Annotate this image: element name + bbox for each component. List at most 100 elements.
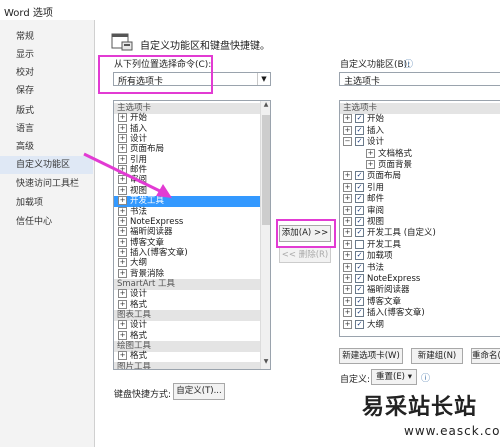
collapse-icon[interactable]: − (343, 137, 352, 147)
expand-icon[interactable]: + (343, 171, 352, 181)
expand-icon[interactable]: + (118, 268, 127, 278)
reset-button[interactable]: 重置(E) ▾ (371, 369, 417, 385)
new-tab-button[interactable]: 新建选项卡(W) (339, 348, 403, 364)
list-item[interactable]: + 格式 (114, 299, 264, 311)
list-item[interactable]: + ✓ 书法 (340, 262, 500, 274)
expand-icon[interactable]: + (366, 160, 375, 169)
expand-icon[interactable]: + (118, 258, 127, 268)
expand-icon[interactable]: + (118, 237, 127, 247)
expand-icon[interactable]: + (118, 134, 127, 144)
list-item[interactable]: + ✓ 引用 (340, 182, 500, 194)
nav-item[interactable]: 校对 (0, 64, 93, 82)
nav-item[interactable]: 保存 (0, 82, 93, 100)
list-item[interactable]: + 设计 (114, 289, 264, 300)
chevron-down-icon[interactable]: ▼ (257, 73, 270, 85)
scroll-down-icon[interactable]: ▼ (261, 358, 270, 368)
expand-icon[interactable]: + (343, 205, 352, 215)
list-item[interactable]: + ✓ 大纲 (340, 319, 500, 331)
list-item[interactable]: + ✓ 福昕阅读器 (340, 285, 500, 296)
list-item[interactable]: + 格式 (114, 351, 264, 362)
list-item[interactable]: + ✓ 博客文章 (340, 296, 500, 308)
rename-button[interactable]: 重命名(M)... (471, 348, 500, 364)
list-item[interactable]: + ✓ 开始 (340, 114, 500, 125)
checkbox[interactable]: ✓ (355, 228, 364, 238)
checkbox[interactable]: ✓ (355, 217, 364, 226)
checkbox[interactable]: ✓ (355, 251, 364, 261)
checkbox[interactable]: ✓ (355, 205, 364, 215)
expand-icon[interactable]: + (343, 194, 352, 204)
expand-icon[interactable]: + (343, 228, 352, 238)
checkbox[interactable]: ✓ (355, 194, 364, 204)
scroll-up-icon[interactable]: ▲ (261, 101, 270, 111)
list-item[interactable]: + 福昕阅读器 (114, 227, 264, 238)
expand-icon[interactable]: + (118, 320, 127, 330)
list-item[interactable]: + 开始 (114, 113, 264, 124)
expand-icon[interactable]: + (343, 308, 352, 318)
checkbox[interactable]: ✓ (355, 285, 364, 295)
checkbox[interactable]: ✓ (355, 137, 364, 147)
checkbox[interactable]: ✓ (355, 262, 364, 272)
remove-button[interactable]: << 删除(R) (279, 247, 331, 263)
expand-icon[interactable]: + (118, 123, 127, 133)
expand-icon[interactable]: + (366, 148, 375, 158)
checkbox[interactable]: ✓ (355, 274, 364, 283)
commands-list[interactable]: 主选项卡+开始+插入+设计+页面布局+引用+邮件+审阅+视图+开发工具+书法+N… (113, 100, 271, 370)
checkbox[interactable]: ✓ (355, 125, 364, 135)
list-subitem[interactable]: + 文档格式 (340, 148, 500, 160)
list-item[interactable]: + 背景消除 (114, 268, 264, 280)
expand-icon[interactable]: + (118, 247, 127, 257)
nav-item[interactable]: 版式 (0, 102, 93, 120)
list-item[interactable]: + ✓ 插入(博客文章) (340, 308, 500, 319)
list-item[interactable]: + ✓ NoteExpress (340, 274, 500, 285)
expand-icon[interactable]: + (343, 285, 352, 295)
expand-icon[interactable]: + (343, 319, 352, 329)
expand-icon[interactable]: + (343, 125, 352, 135)
list-item[interactable]: + ✓ 开发工具 (自定义) (340, 228, 500, 239)
checkbox[interactable]: ✓ (355, 319, 364, 329)
expand-icon[interactable]: + (118, 299, 127, 309)
expand-icon[interactable]: + (343, 262, 352, 272)
nav-item[interactable]: 信任中心 (0, 213, 93, 231)
list-item[interactable]: + ✓ 页面布局 (340, 171, 500, 182)
expand-icon[interactable]: + (343, 114, 352, 124)
checkbox[interactable]: ✓ (355, 182, 364, 192)
expand-icon[interactable]: + (118, 289, 127, 299)
list-item[interactable]: − ✓ 设计 (340, 137, 500, 148)
expand-icon[interactable]: + (343, 182, 352, 192)
expand-icon[interactable]: + (118, 216, 127, 226)
customize-ribbon-combo[interactable]: 主选项卡 (339, 72, 500, 87)
expand-icon[interactable]: + (343, 274, 352, 283)
list-item[interactable]: + 大纲 (114, 258, 264, 269)
list-item[interactable]: + ✓ 插入 (340, 125, 500, 137)
nav-item[interactable]: 常规 (0, 28, 93, 46)
checkbox[interactable]: ✓ (355, 114, 364, 124)
list-item[interactable]: + 书法 (114, 206, 264, 218)
expand-icon[interactable]: + (343, 251, 352, 261)
expand-icon[interactable]: + (343, 217, 352, 226)
list-item[interactable]: + ✓ 视图 (340, 217, 500, 228)
nav-item[interactable]: 语言 (0, 120, 93, 138)
commands-scrollbar[interactable]: ▲ ▼ (260, 101, 270, 369)
nav-item[interactable]: 显示 (0, 46, 93, 64)
list-item[interactable]: + 设计 (114, 320, 264, 331)
expand-icon[interactable]: + (343, 296, 352, 306)
ribbon-tabs-list[interactable]: 主选项卡 + ✓ 开始 + ✓ 插入 − ✓ 设计 + 文档格式 + 页面背景 + ✓ 页面布局 + ✓ 引用 + ✓ 邮件… (339, 100, 500, 337)
expand-icon[interactable]: + (118, 227, 127, 237)
list-item[interactable]: + ✓ 邮件 (340, 194, 500, 205)
list-item[interactable]: + 开发工具 (340, 239, 500, 251)
list-item[interactable]: + 博客文章 (114, 237, 264, 249)
checkbox[interactable]: ✓ (355, 171, 364, 181)
expand-icon[interactable]: + (118, 113, 127, 123)
expand-icon[interactable]: + (118, 351, 127, 361)
new-group-button[interactable]: 新建组(N) (411, 348, 463, 364)
checkbox[interactable]: ✓ (355, 296, 364, 306)
scroll-thumb[interactable] (262, 115, 270, 225)
expand-icon[interactable]: + (343, 239, 352, 249)
checkbox[interactable]: ✓ (355, 308, 364, 318)
customize-shortcuts-button[interactable]: 自定义(T)... (173, 383, 225, 400)
checkbox[interactable] (355, 239, 364, 249)
expand-icon[interactable]: + (118, 330, 127, 340)
list-item[interactable]: + ✓ 加载项 (340, 251, 500, 262)
list-item[interactable]: + ✓ 审阅 (340, 205, 500, 217)
list-subitem[interactable]: + 页面背景 (340, 160, 500, 171)
